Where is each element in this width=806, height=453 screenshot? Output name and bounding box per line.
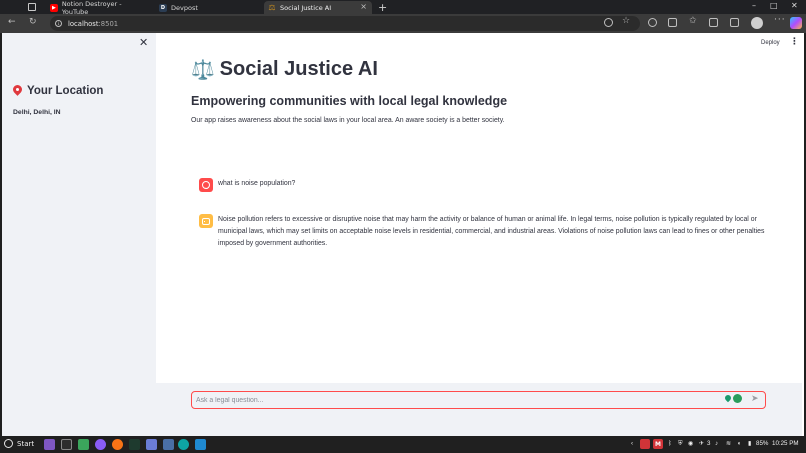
send-icon[interactable]: ➤ — [751, 394, 759, 404]
page-description: Our app raises awareness about the socia… — [191, 117, 771, 124]
location-pin-icon — [13, 85, 22, 97]
favorites-icon[interactable]: ✩ — [689, 16, 697, 26]
site-info-icon[interactable]: i — [55, 20, 62, 27]
page-title-text: Social Justice AI — [220, 58, 378, 81]
chat-input-bar: ➤ — [154, 383, 802, 436]
firefox-icon[interactable] — [112, 439, 123, 450]
reload-icon[interactable]: ↻ — [29, 17, 37, 27]
search-icon[interactable] — [604, 18, 613, 27]
start-logo-icon — [4, 439, 13, 448]
browser-tab-strip: ▶ Notion Destroyer - YouTube D Devpost ⚖… — [0, 0, 806, 14]
tab-title: Social Justice AI — [280, 4, 331, 12]
url-host: localhost — [68, 20, 99, 28]
battery-icon[interactable]: ▮ — [748, 440, 751, 447]
tab-youtube[interactable]: ▶ Notion Destroyer - YouTube — [46, 1, 148, 14]
console-icon[interactable] — [129, 439, 140, 450]
assistant-message-text: Noise pollution refers to excessive or d… — [218, 214, 769, 250]
app-header: Deploy ⋮ — [156, 33, 804, 55]
desktop-app-icon[interactable] — [163, 439, 174, 450]
tray-mail-icon[interactable]: M — [653, 439, 663, 449]
user-message-text: what is noise population? — [218, 178, 295, 192]
collections-icon[interactable] — [709, 18, 718, 27]
profile-avatar[interactable] — [751, 17, 763, 29]
vscode-icon[interactable] — [195, 439, 206, 450]
back-icon[interactable]: ← — [8, 17, 16, 27]
sidebar-title-text: Your Location — [27, 85, 103, 97]
security-icon[interactable]: ⛨ — [678, 440, 683, 448]
start-button[interactable]: Start — [4, 439, 34, 448]
tray-app-icon[interactable] — [640, 439, 650, 449]
editor-app-icon[interactable] — [78, 439, 89, 450]
copilot-icon[interactable] — [790, 17, 802, 29]
youtube-icon: ▶ — [50, 4, 58, 12]
volume-icon[interactable]: ◖ — [737, 440, 741, 447]
assistant-avatar — [199, 214, 213, 228]
close-tab-icon[interactable]: × — [360, 2, 367, 11]
user-face-icon — [202, 181, 210, 189]
chat-message-user: what is noise population? — [199, 178, 769, 192]
maximize-icon[interactable]: □ — [770, 1, 778, 10]
clock[interactable]: 10:25 PM — [772, 440, 798, 447]
close-sidebar-button[interactable]: ✕ — [139, 36, 148, 49]
deploy-button[interactable]: Deploy — [761, 40, 780, 46]
sidebar-title: Your Location — [13, 85, 103, 97]
taskbar: Start ‹ M ᛒ ⛨ ◉ ✈ 3 ♪ ≋ ◖ ▮ 85% 10:25 PM — [0, 436, 806, 453]
file-explorer-icon[interactable] — [44, 439, 55, 450]
scales-icon: ⚖ — [268, 4, 276, 12]
window-icon[interactable] — [28, 3, 36, 11]
main-menu-icon[interactable]: ⋮ — [790, 37, 799, 47]
chat-message-assistant: Noise pollution refers to excessive or d… — [199, 214, 769, 250]
tools-app-icon[interactable] — [146, 439, 157, 450]
refresh-extension-icon[interactable] — [648, 18, 657, 27]
browser-essentials-icon[interactable] — [730, 18, 739, 27]
devpost-icon: D — [159, 4, 167, 12]
main-content: ⚖️ Social Justice AI Empowering communit… — [191, 58, 771, 124]
bluetooth-icon[interactable]: ᛒ — [668, 440, 672, 447]
chat-input[interactable] — [196, 394, 716, 407]
minimize-icon[interactable]: – — [752, 1, 756, 10]
favorite-star-icon[interactable]: ☆ — [622, 16, 630, 26]
obsidian-icon[interactable] — [95, 439, 106, 450]
terminal-icon[interactable] — [61, 439, 72, 450]
start-label: Start — [17, 440, 34, 448]
close-window-icon[interactable]: ✕ — [791, 1, 798, 10]
location-value: Delhi, Delhi, IN — [13, 109, 61, 116]
page-subtitle: Empowering communities with local legal … — [191, 94, 771, 108]
tray-app-2-icon[interactable]: ◉ — [688, 440, 693, 447]
tab-social-justice-ai[interactable]: ⚖ Social Justice AI × — [264, 1, 372, 14]
edge-browser-icon[interactable] — [178, 439, 189, 450]
sidebar: ✕ Your Location Delhi, Delhi, IN — [2, 33, 156, 436]
user-avatar — [199, 178, 213, 192]
chat-input-container[interactable]: ➤ — [191, 391, 766, 409]
battery-level: 85% — [756, 440, 768, 447]
browser-menu-icon[interactable]: ··· — [774, 15, 786, 25]
browser-toolbar: ← ↻ i localhost:8501 ☆ ✩ ··· — [0, 14, 806, 33]
wifi-icon[interactable]: ≋ — [726, 440, 731, 447]
page-title: ⚖️ Social Justice AI — [191, 58, 771, 81]
new-tab-button[interactable]: + — [378, 1, 387, 14]
tab-title: Devpost — [171, 4, 198, 12]
speaker-icon[interactable]: ♪ — [715, 440, 718, 447]
robot-icon — [202, 218, 210, 225]
url-port: :8501 — [99, 20, 119, 28]
grammarly-icon[interactable] — [733, 394, 742, 403]
notification-app-icon[interactable]: ✈ — [699, 440, 704, 447]
address-bar[interactable]: i localhost:8501 — [50, 16, 640, 31]
split-screen-icon[interactable] — [668, 18, 677, 27]
notification-count: 3 — [707, 440, 710, 447]
scales-icon: ⚖️ — [191, 58, 215, 81]
location-extension-icon[interactable] — [725, 395, 732, 404]
tray-overflow-icon[interactable]: ‹ — [631, 440, 633, 447]
tab-devpost[interactable]: D Devpost — [155, 1, 259, 14]
